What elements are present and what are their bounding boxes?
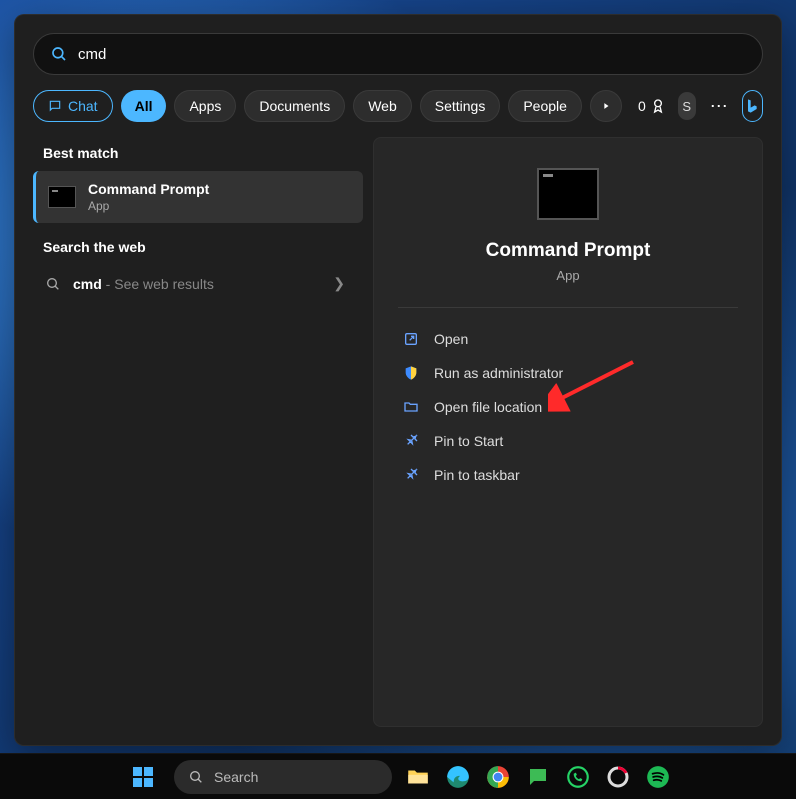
open-icon [402,330,420,348]
windows-icon [131,765,155,789]
divider [398,307,738,308]
tab-settings-label: Settings [435,98,486,114]
search-icon [45,276,61,292]
taskbar-chat[interactable] [524,763,552,791]
web-result[interactable]: cmd - See web results ❯ [33,265,363,302]
preview-app-icon [537,168,599,220]
action-pin-start[interactable]: Pin to Start [398,424,738,458]
search-input[interactable] [78,46,746,63]
taskbar-chrome[interactable] [484,763,512,791]
tab-chat-label: Chat [68,98,98,114]
more-icon: ⋯ [710,96,728,116]
preview-subtitle: App [398,268,738,283]
overflow-menu[interactable]: ⋯ [704,96,734,117]
bing-icon [744,98,760,114]
tab-people[interactable]: People [508,90,582,122]
taskbar: Search [0,753,796,799]
action-open-location[interactable]: Open file location [398,390,738,424]
tab-documents[interactable]: Documents [244,90,345,122]
result-command-prompt[interactable]: Command Prompt App [33,171,363,223]
avatar-initial: S [682,99,691,114]
pin-icon [402,432,420,450]
chat-icon [48,99,62,113]
taskbar-spotify[interactable] [644,763,672,791]
rewards-icon [650,98,666,114]
web-query: cmd [73,276,102,292]
tab-all-label: All [135,98,153,114]
start-button[interactable] [124,758,162,796]
rewards-indicator[interactable]: 0 [638,98,666,114]
tab-web-label: Web [368,98,397,114]
whatsapp-icon [565,764,591,790]
taskbar-app-generic[interactable] [604,763,632,791]
tab-settings[interactable]: Settings [420,90,501,122]
action-open[interactable]: Open [398,322,738,356]
bing-chat-button[interactable] [742,90,763,122]
tab-web[interactable]: Web [353,90,412,122]
tab-apps[interactable]: Apps [174,90,236,122]
search-icon [188,769,204,785]
chevron-right-icon: ❯ [333,275,345,292]
tab-more-dropdown[interactable] [590,90,622,122]
taskbar-whatsapp[interactable] [564,763,592,791]
caret-right-icon [601,101,611,111]
result-title: Command Prompt [88,181,209,197]
edge-icon [445,764,471,790]
results-row: Best match Command Prompt App Search the… [33,137,763,727]
rewards-count: 0 [638,98,646,114]
results-left: Best match Command Prompt App Search the… [33,137,363,727]
action-run-admin-label: Run as administrator [434,365,563,381]
web-result-text: cmd - See web results [73,276,214,292]
taskbar-edge[interactable] [444,763,472,791]
chat-icon [526,765,550,789]
folder-icon [405,764,431,790]
preview-title: Command Prompt [398,240,738,262]
result-text: Command Prompt App [88,181,209,213]
tab-all[interactable]: All [121,90,167,122]
search-web-heading: Search the web [43,239,363,255]
spotify-icon [645,764,671,790]
taskbar-explorer[interactable] [404,763,432,791]
cmd-icon [48,186,76,208]
start-search-panel: Chat All Apps Documents Web Settings Peo… [14,14,782,746]
action-run-admin[interactable]: Run as administrator [398,356,738,390]
user-avatar[interactable]: S [678,92,696,120]
tab-chat[interactable]: Chat [33,90,113,122]
web-result-left: cmd - See web results [45,276,214,292]
result-subtitle: App [88,199,209,213]
chrome-icon [485,764,511,790]
pin-icon [402,466,420,484]
best-match-heading: Best match [43,145,363,161]
tab-apps-label: Apps [189,98,221,114]
action-open-label: Open [434,331,468,347]
tab-people-label: People [523,98,567,114]
tab-documents-label: Documents [259,98,330,114]
taskbar-search-label: Search [214,769,258,785]
action-pin-taskbar-label: Pin to taskbar [434,467,520,483]
filter-tabs: Chat All Apps Documents Web Settings Peo… [33,89,763,123]
search-icon [50,45,68,63]
shield-icon [402,364,420,382]
preview-panel: Command Prompt App Open Run as administr… [373,137,763,727]
web-suffix: - See web results [102,276,214,292]
circle-icon [606,765,630,789]
action-pin-taskbar[interactable]: Pin to taskbar [398,458,738,492]
search-box[interactable] [33,33,763,75]
folder-icon [402,398,420,416]
taskbar-search[interactable]: Search [174,760,392,794]
action-pin-start-label: Pin to Start [434,433,503,449]
action-open-location-label: Open file location [434,399,542,415]
